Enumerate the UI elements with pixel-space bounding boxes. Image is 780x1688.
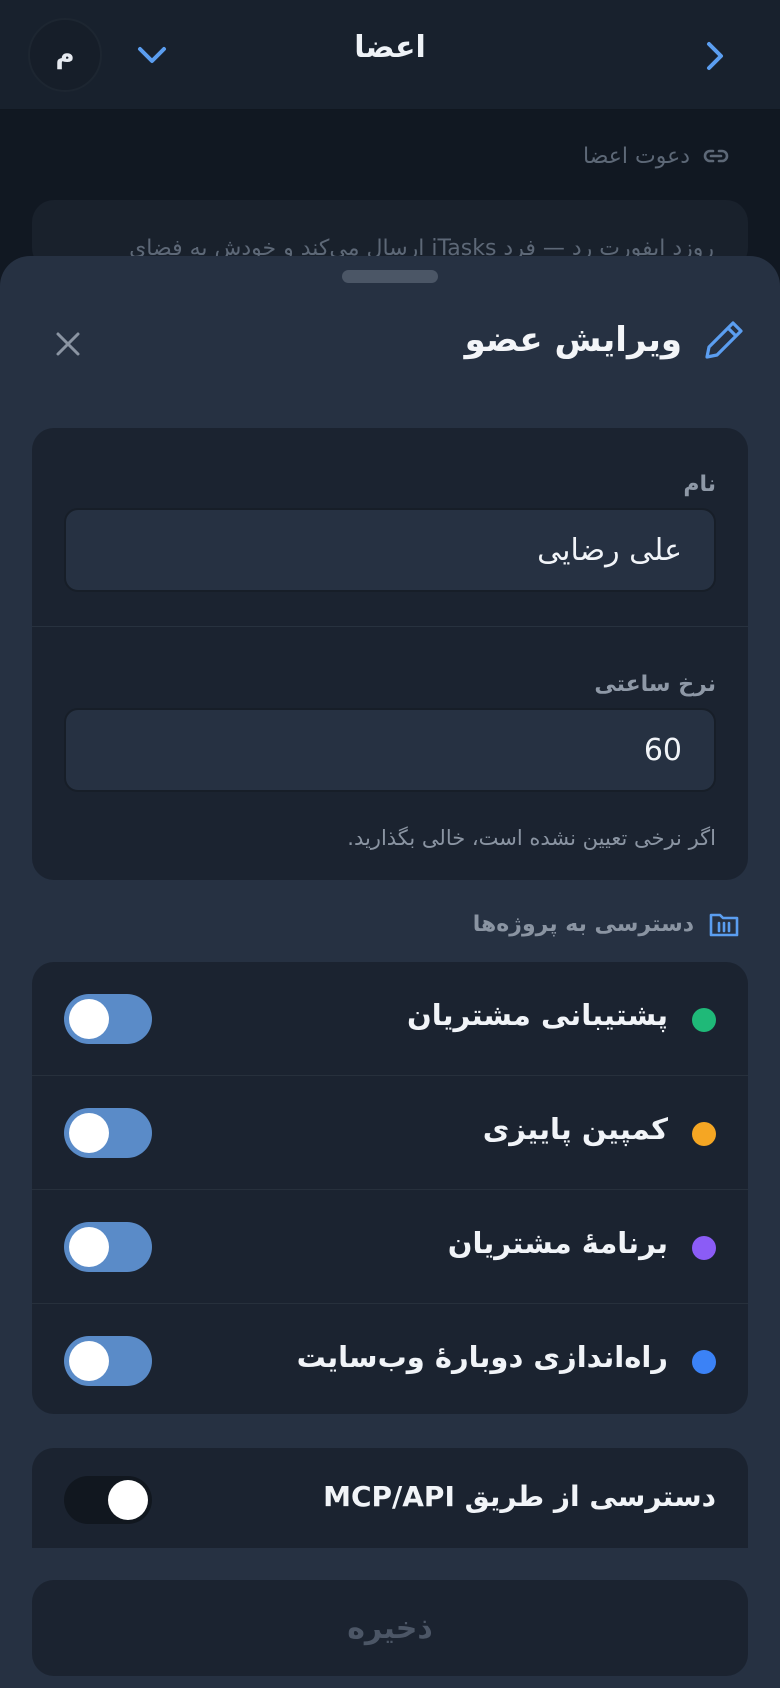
close-button[interactable] [50,326,86,362]
hourly-rate-label: نرخ ساعتی [594,672,716,697]
project-name: راه‌اندازی دوبارهٔ وب‌سایت [296,1340,668,1374]
name-input[interactable]: علی رضایی [64,508,716,592]
mcp-access-card: دسترسی از طریق MCP/API [32,1448,748,1548]
invite-members-link[interactable]: دعوت اعضا [583,142,730,170]
projects-access-heading: دسترسی به پروژه‌ها [473,910,740,938]
mcp-access-toggle[interactable] [64,1476,152,1524]
sheet-header: ویرایش عضو [465,316,748,364]
edit-member-sheet: ویرایش عضو نام علی رضایی نرخ ساعتی 60 اگ… [0,256,780,1688]
projects-card: پشتیبانی مشتریان کمپین پاییزی برنامهٔ مش… [32,962,748,1414]
link-icon [703,149,729,163]
project-row: پشتیبانی مشتریان [32,962,748,1076]
project-access-toggle[interactable] [64,1222,152,1272]
chevron-down-icon [138,47,166,63]
project-access-toggle[interactable] [64,1108,152,1158]
mcp-access-label: دسترسی از طریق MCP/API [323,1480,716,1513]
project-row: راه‌اندازی دوبارهٔ وب‌سایت [32,1304,748,1414]
folder-icon [709,913,739,937]
project-name: پشتیبانی مشتریان [407,998,668,1032]
project-row: کمپین پاییزی [32,1076,748,1190]
switch-team-button[interactable] [134,40,170,70]
project-color-dot [692,1236,716,1260]
project-color-dot [692,1008,716,1032]
pencil-icon [705,321,743,359]
project-name: کمپین پاییزی [482,1112,668,1146]
project-access-toggle[interactable] [64,994,152,1044]
project-color-dot [692,1350,716,1374]
toggle-knob [69,1341,109,1381]
toggle-knob [108,1480,148,1520]
project-access-toggle[interactable] [64,1336,152,1386]
hourly-rate-hint: اگر نرخی تعیین نشده است، خالی بگذارید. [347,826,716,850]
project-row: برنامهٔ مشتریان [32,1190,748,1304]
page-title: اعضا [354,30,426,65]
toggle-knob [69,999,109,1039]
avatar[interactable]: م [28,18,102,92]
toggle-knob [69,1227,109,1267]
member-form-card: نام علی رضایی نرخ ساعتی 60 اگر نرخی تعیی… [32,428,748,880]
name-value: علی رضایی [537,532,682,568]
hourly-rate-value: 60 [643,732,682,768]
avatar-initial: م [55,40,75,70]
top-bar: اعضا م [0,0,780,110]
close-icon [56,332,80,356]
project-name: برنامهٔ مشتریان [447,1226,668,1260]
hourly-rate-input[interactable]: 60 [64,708,716,792]
sheet-grabber[interactable] [342,270,438,283]
project-color-dot [692,1122,716,1146]
save-button[interactable]: ذخیره [32,1580,748,1676]
invite-members-label: دعوت اعضا [582,143,690,169]
sheet-title: ویرایش عضو [464,320,682,360]
name-label: نام [683,472,716,497]
toggle-knob [69,1113,109,1153]
field-divider [32,626,748,627]
projects-access-label: دسترسی به پروژه‌ها [472,911,694,937]
